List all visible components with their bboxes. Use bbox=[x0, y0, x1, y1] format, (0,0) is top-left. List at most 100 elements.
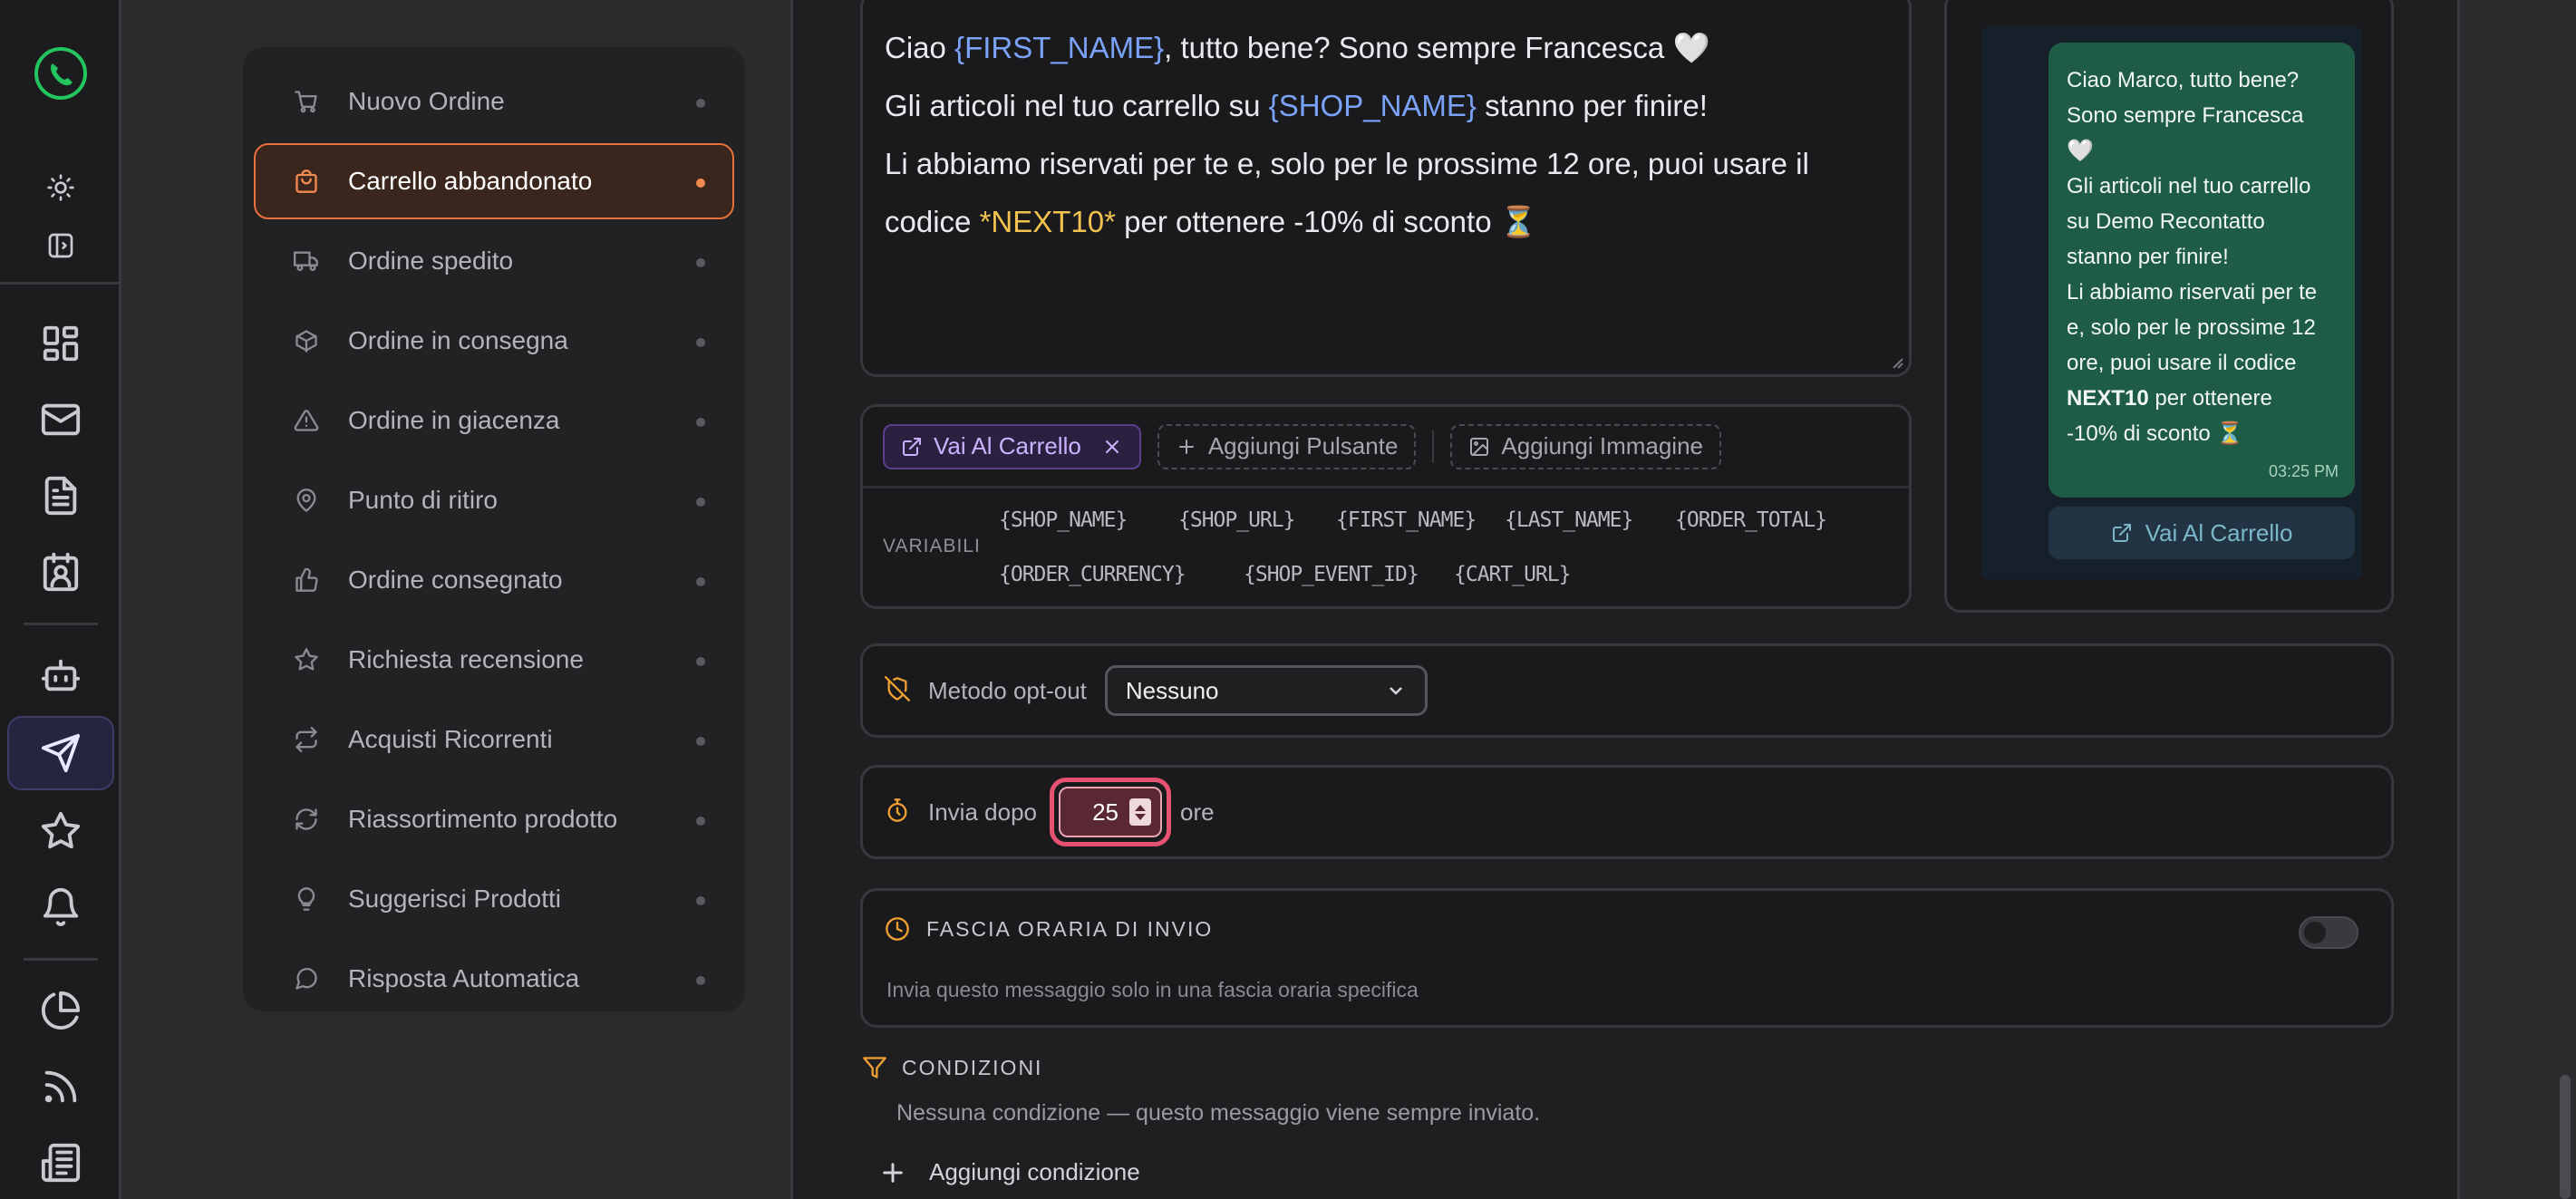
template-label: Ordine consegnato bbox=[348, 566, 563, 594]
mail-icon[interactable] bbox=[29, 388, 92, 451]
status-dot bbox=[696, 338, 705, 347]
rss-icon[interactable] bbox=[29, 1055, 92, 1118]
template-item-risposta-automatica[interactable]: Risposta Automatica bbox=[254, 941, 734, 1017]
status-dot bbox=[696, 657, 705, 666]
thumbs-up-icon bbox=[294, 567, 319, 593]
variables-label: VARIABILI bbox=[883, 536, 981, 556]
template-label: Nuovo Ordine bbox=[348, 87, 505, 115]
delay-unit: ore bbox=[1179, 798, 1215, 826]
pie-chart-icon[interactable] bbox=[29, 979, 92, 1042]
page-scrollbar[interactable] bbox=[2560, 1075, 2571, 1199]
template-label: Acquisti Ricorrenti bbox=[348, 725, 553, 753]
status-dot bbox=[696, 498, 705, 507]
template-item-ordine-in-consegna[interactable]: Ordine in consegna bbox=[254, 303, 734, 379]
status-dot bbox=[696, 258, 705, 267]
warning-icon bbox=[294, 408, 319, 433]
message-line: Ciao {FIRST_NAME}, tutto bene? Sono semp… bbox=[885, 31, 1710, 64]
template-item-carrello-abbandonato[interactable]: Carrello abbandonato bbox=[254, 143, 734, 219]
sidebar-toggle-icon[interactable] bbox=[29, 214, 92, 277]
preview-cta-button[interactable]: Vai Al Carrello bbox=[2048, 507, 2355, 559]
resize-handle-icon[interactable] bbox=[1889, 354, 1903, 369]
buttons-panel: Vai Al Carrello Aggiungi Pulsante Aggiun… bbox=[860, 404, 1912, 609]
truck-icon bbox=[294, 248, 319, 274]
delay-row: Invia dopo 25 ore bbox=[860, 765, 2394, 859]
variable-chip[interactable]: {FIRST_NAME} bbox=[1336, 508, 1477, 532]
editor-panel: Ciao {FIRST_NAME}, tutto bene? Sono semp… bbox=[790, 0, 2460, 1199]
cart-icon bbox=[294, 89, 319, 114]
variable-chip[interactable]: {SHOP_URL} bbox=[1178, 508, 1295, 532]
image-icon bbox=[1470, 437, 1489, 456]
shopping-bag-icon bbox=[294, 169, 319, 194]
delay-hours-input[interactable]: 25 bbox=[1058, 787, 1162, 837]
variable-chip[interactable]: {CART_URL} bbox=[1454, 563, 1571, 586]
filter-icon bbox=[863, 1057, 886, 1078]
close-icon[interactable] bbox=[1101, 436, 1123, 458]
bot-icon[interactable] bbox=[29, 643, 92, 707]
optout-label: Metodo opt-out bbox=[928, 676, 1087, 704]
template-item-acquisti-ricorrenti[interactable]: Acquisti Ricorrenti bbox=[254, 701, 734, 778]
document-icon[interactable] bbox=[29, 464, 92, 527]
template-item-nuovo-ordine[interactable]: Nuovo Ordine bbox=[254, 63, 734, 140]
template-label: Suggerisci Prodotti bbox=[348, 885, 562, 913]
add-condition-button[interactable]: Aggiungi condizione bbox=[880, 1158, 1424, 1186]
status-dot bbox=[696, 179, 705, 188]
contact-card-icon[interactable] bbox=[29, 540, 92, 604]
status-dot bbox=[696, 418, 705, 427]
refresh-icon bbox=[294, 807, 319, 832]
status-dot bbox=[696, 577, 705, 586]
variable-chip[interactable]: {LAST_NAME} bbox=[1505, 508, 1633, 532]
template-label: Carrello abbandonato bbox=[348, 167, 593, 195]
template-item-punto-di-ritiro[interactable]: Punto di ritiro bbox=[254, 462, 734, 538]
repeat-icon bbox=[294, 727, 319, 752]
chat-preview-area: Ciao Marco, tutto bene? Sono sempre Fran… bbox=[1981, 26, 2362, 579]
variable-chip[interactable]: {SHOP_EVENT_ID} bbox=[1244, 563, 1419, 586]
sun-icon[interactable] bbox=[29, 156, 92, 219]
chat-bubble-icon bbox=[294, 966, 319, 991]
stepper-icon[interactable] bbox=[1128, 798, 1151, 826]
template-label: Punto di ritiro bbox=[348, 486, 498, 514]
template-item-ordine-consegnato[interactable]: Ordine consegnato bbox=[254, 542, 734, 618]
optout-row: Metodo opt-out Nessuno bbox=[860, 643, 2394, 738]
template-item-suggerisci-prodotti[interactable]: Suggerisci Prodotti bbox=[254, 861, 734, 937]
plus-icon bbox=[883, 1162, 903, 1183]
template-item-ordine-in-giacenza[interactable]: Ordine in giacenza bbox=[254, 382, 734, 459]
template-label: Richiesta recensione bbox=[348, 645, 584, 673]
template-item-ordine-spedito[interactable]: Ordine spedito bbox=[254, 223, 734, 299]
template-label: Ordine in giacenza bbox=[348, 406, 560, 434]
star-icon bbox=[294, 647, 319, 672]
message-bubble: Ciao Marco, tutto bene? Sono sempre Fran… bbox=[2048, 43, 2355, 498]
send-icon[interactable] bbox=[7, 716, 114, 790]
add-button-button[interactable]: Aggiungi Pulsante bbox=[1157, 423, 1417, 469]
status-dot bbox=[696, 976, 705, 985]
variable-chip[interactable]: {SHOP_NAME} bbox=[999, 508, 1128, 532]
add-image-button[interactable]: Aggiungi Immagine bbox=[1450, 423, 1721, 469]
status-dot bbox=[696, 737, 705, 746]
dashboard-icon[interactable] bbox=[29, 312, 92, 375]
cta-button-chip[interactable]: Vai Al Carrello bbox=[883, 423, 1141, 469]
external-link-icon bbox=[2112, 524, 2131, 542]
variable-chip[interactable]: {ORDER_CURRENCY} bbox=[999, 563, 1186, 586]
logo-icon[interactable] bbox=[27, 40, 94, 107]
send-window-toggle[interactable] bbox=[2299, 916, 2358, 949]
status-dot bbox=[696, 99, 705, 108]
template-item-richiesta-recensione[interactable]: Richiesta recensione bbox=[254, 622, 734, 698]
package-icon bbox=[294, 328, 319, 353]
bell-icon[interactable] bbox=[29, 875, 92, 939]
status-dot bbox=[696, 896, 705, 905]
star-icon[interactable] bbox=[29, 799, 92, 863]
whatsapp-preview: Ciao Marco, tutto bene? Sono sempre Fran… bbox=[1944, 0, 2394, 613]
message-textarea[interactable]: Ciao {FIRST_NAME}, tutto bene? Sono semp… bbox=[860, 0, 1912, 377]
template-label: Ordine in consegna bbox=[348, 326, 568, 354]
icon-rail bbox=[0, 0, 121, 1199]
optout-select[interactable]: Nessuno bbox=[1104, 665, 1428, 716]
send-window-description: Invia questo messaggio solo in una fasci… bbox=[886, 978, 1419, 1001]
conditions-title: CONDIZIONI bbox=[902, 1055, 1043, 1079]
plus-icon bbox=[1178, 439, 1194, 454]
newspaper-icon[interactable] bbox=[29, 1131, 92, 1194]
lightbulb-icon bbox=[294, 886, 319, 912]
map-pin-icon bbox=[294, 488, 319, 513]
template-label: Risposta Automatica bbox=[348, 964, 580, 992]
clock-icon bbox=[886, 917, 909, 941]
template-item-riassortimento-prodotto[interactable]: Riassortimento prodotto bbox=[254, 781, 734, 857]
variable-chip[interactable]: {ORDER_TOTAL} bbox=[1675, 508, 1827, 532]
